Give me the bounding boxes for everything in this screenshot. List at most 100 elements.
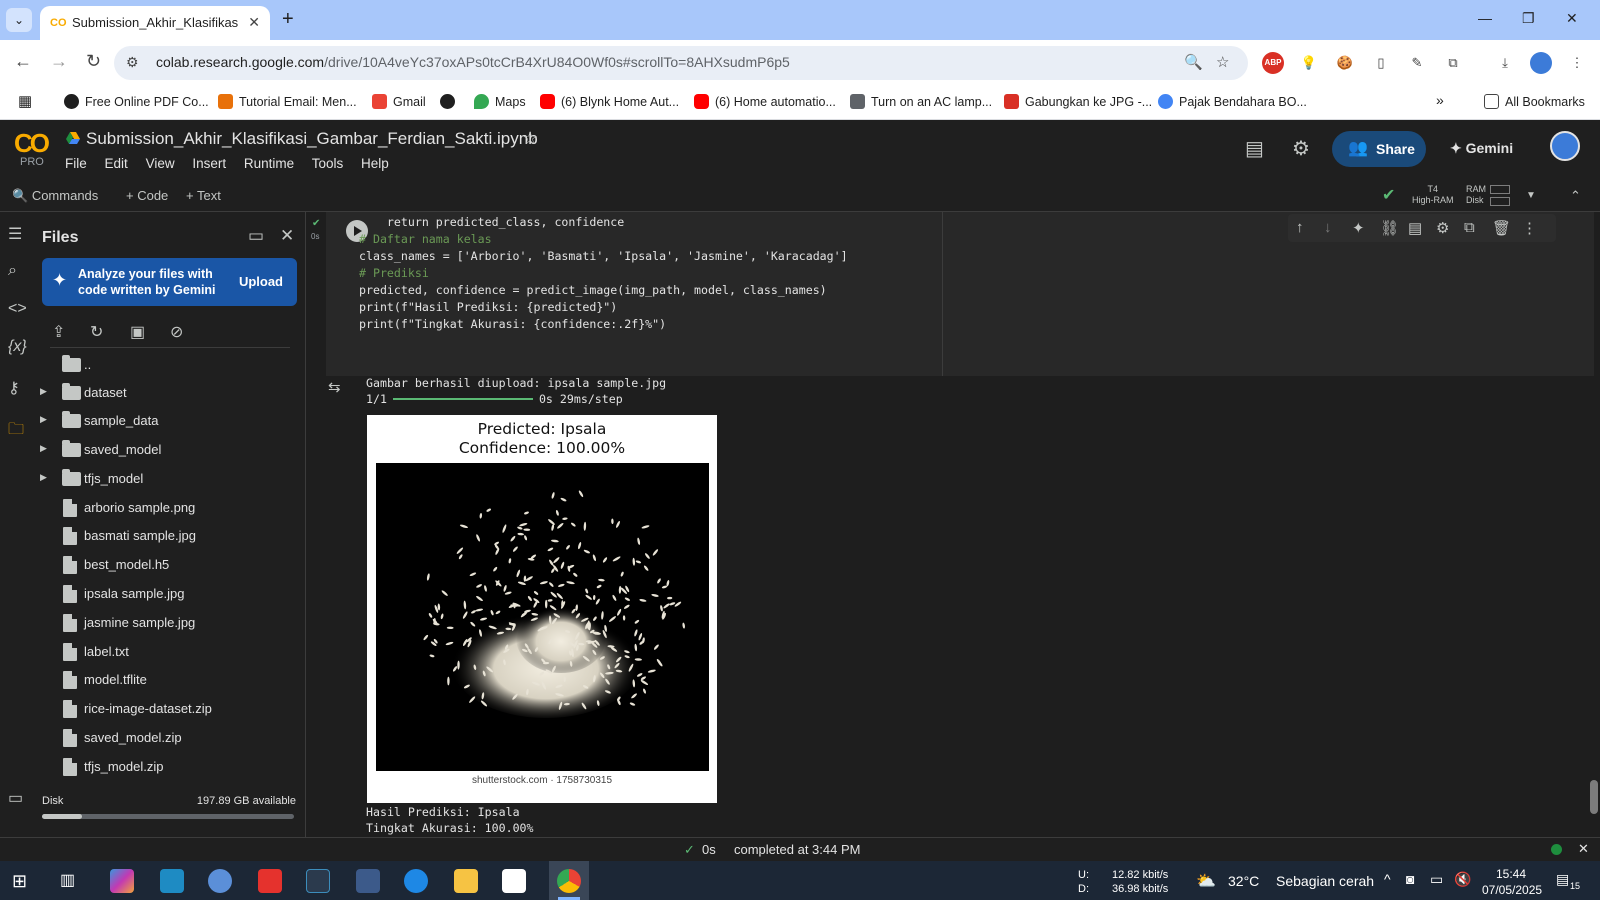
- tree-item-file[interactable]: tfjs_model.zip: [36, 752, 306, 780]
- close-window-button[interactable]: ✕: [1566, 10, 1578, 27]
- expand-arrow-icon[interactable]: ▶: [40, 414, 47, 425]
- tree-item-parent[interactable]: ..: [36, 350, 306, 378]
- forward-icon[interactable]: →: [50, 51, 68, 72]
- bookmark-item[interactable]: Tutorial Email: Men...: [218, 94, 357, 109]
- tab-search-button[interactable]: ⌄: [6, 8, 32, 32]
- expand-arrow-icon[interactable]: ▶: [40, 386, 47, 397]
- runtime-indicator[interactable]: T4 High-RAM: [1412, 184, 1454, 206]
- new-tab-button[interactable]: +: [282, 9, 294, 29]
- move-up-icon[interactable]: ↑: [1296, 219, 1304, 236]
- tree-item-file[interactable]: model.tflite: [36, 665, 306, 693]
- address-bar[interactable]: ⚙ colab.research.google.com/drive/10A4ve…: [114, 46, 1248, 80]
- table-of-contents-icon[interactable]: ☰: [8, 224, 22, 244]
- tree-item-file[interactable]: rice-image-dataset.zip: [36, 694, 306, 722]
- chrome-menu-icon[interactable]: ⋮: [1566, 52, 1588, 74]
- all-bookmarks-folder[interactable]: All Bookmarks: [1484, 94, 1585, 109]
- browser-tab[interactable]: CO Submission_Akhir_Klasifikasi_Ga ✕: [40, 6, 270, 40]
- bookmark-item[interactable]: Gabungkan ke JPG -...: [1004, 94, 1152, 109]
- open-in-tab-icon[interactable]: ▭: [248, 226, 264, 246]
- notebook-title[interactable]: Submission_Akhir_Klasifikasi_Gambar_Ferd…: [86, 129, 538, 149]
- colab-logo[interactable]: CO: [14, 128, 50, 159]
- move-down-icon[interactable]: ↓: [1324, 219, 1332, 236]
- hide-files-icon[interactable]: ⊘: [170, 322, 183, 342]
- restore-button[interactable]: ❐: [1522, 10, 1535, 27]
- bookmark-item[interactable]: Maps: [474, 94, 526, 109]
- copilot-icon[interactable]: [110, 869, 134, 893]
- cookie-extension-icon[interactable]: 🍪: [1334, 52, 1356, 74]
- apps-grid-icon[interactable]: ▦: [18, 92, 32, 110]
- code-editor[interactable]: return predicted_class, confidence # Daft…: [359, 214, 848, 333]
- tree-item-file[interactable]: jasmine sample.jpg: [36, 608, 306, 636]
- add-text-button[interactable]: + Text: [186, 188, 221, 203]
- minimize-button[interactable]: —: [1478, 10, 1492, 26]
- volume-muted-icon[interactable]: 🔇: [1454, 871, 1471, 888]
- bookmark-item[interactable]: Gmail: [372, 94, 426, 109]
- bookmark-item[interactable]: [440, 94, 455, 109]
- scrollbar-thumb[interactable]: [1590, 780, 1598, 814]
- reload-icon[interactable]: ↻: [86, 51, 101, 72]
- tree-item-folder[interactable]: ▶ tfjs_model: [36, 464, 306, 492]
- extensions-icon[interactable]: ⧉: [1442, 52, 1464, 74]
- bookmark-item[interactable]: Turn on an AC lamp...: [850, 94, 992, 109]
- back-icon[interactable]: ←: [14, 51, 32, 72]
- expand-arrow-icon[interactable]: ▶: [40, 443, 47, 454]
- tree-item-file[interactable]: basmati sample.jpg: [36, 521, 306, 549]
- tree-item-file[interactable]: label.txt: [36, 637, 306, 665]
- document-extension-icon[interactable]: ▯: [1370, 52, 1392, 74]
- tray-overflow-icon[interactable]: ^: [1384, 871, 1391, 887]
- vnc-viewer-icon[interactable]: [502, 869, 526, 893]
- clock-time[interactable]: 15:44: [1496, 867, 1526, 881]
- tree-item-file[interactable]: best_model.h5: [36, 550, 306, 578]
- clock-date[interactable]: 07/05/2025: [1482, 883, 1542, 897]
- bookmark-item[interactable]: Pajak Bendahara BO...: [1158, 94, 1307, 109]
- close-panel-icon[interactable]: ✕: [280, 226, 294, 246]
- meet-icon[interactable]: ◙: [1406, 871, 1414, 887]
- ram-disk-indicator[interactable]: RAM Disk: [1466, 184, 1486, 206]
- zoom-icon[interactable]: 🔍: [1184, 53, 1203, 71]
- cell-settings-icon[interactable]: ⚙: [1436, 219, 1449, 237]
- tree-item-file[interactable]: saved_model.zip: [36, 723, 306, 751]
- commands-button[interactable]: 🔍 Commands: [12, 188, 98, 204]
- more-options-icon[interactable]: ⋮: [1522, 219, 1537, 237]
- anydesk-icon[interactable]: [258, 869, 282, 893]
- chrome-icon[interactable]: [557, 869, 581, 893]
- status-completed[interactable]: completed at 3:44 PM: [734, 842, 860, 857]
- variables-icon[interactable]: {x}: [8, 338, 27, 356]
- user-avatar[interactable]: [1550, 131, 1580, 161]
- runtime-dropdown-icon[interactable]: ▼: [1526, 190, 1536, 201]
- windows-start-icon[interactable]: ⊞: [12, 869, 36, 893]
- bulb-extension-icon[interactable]: 💡: [1298, 52, 1320, 74]
- star-icon[interactable]: ☆: [522, 128, 538, 149]
- menu-help[interactable]: Help: [361, 156, 389, 171]
- mount-drive-icon[interactable]: ▣: [130, 322, 145, 342]
- find-replace-icon[interactable]: ⌕: [8, 262, 17, 280]
- network-app-icon[interactable]: [356, 869, 380, 893]
- more-bookmarks-icon[interactable]: »: [1436, 92, 1444, 108]
- output-actions-icon[interactable]: ⇆: [328, 378, 341, 396]
- menu-edit[interactable]: Edit: [105, 156, 128, 171]
- gemini-button[interactable]: ✦ Gemini: [1450, 140, 1513, 157]
- link-icon[interactable]: ⛓: [1380, 219, 1399, 237]
- mirror-cell-icon[interactable]: ⧉: [1464, 219, 1475, 236]
- collapse-header-icon[interactable]: ⌃: [1570, 188, 1581, 204]
- app-icon[interactable]: [160, 869, 184, 893]
- comment-icon[interactable]: ▤: [1408, 219, 1422, 237]
- upload-file-icon[interactable]: ⇪: [52, 322, 65, 342]
- menu-insert[interactable]: Insert: [192, 156, 226, 171]
- app-icon[interactable]: [306, 869, 330, 893]
- app-icon[interactable]: [404, 869, 428, 893]
- expand-arrow-icon[interactable]: ▶: [40, 472, 47, 483]
- profile-avatar[interactable]: [1530, 52, 1552, 74]
- files-folder-icon[interactable]: 🗀: [8, 418, 24, 445]
- tree-item-file[interactable]: arborio sample.png: [36, 493, 306, 521]
- menu-file[interactable]: File: [65, 156, 87, 171]
- weather-text[interactable]: Sebagian cerah: [1276, 873, 1374, 889]
- terminal-icon[interactable]: ▭: [8, 788, 23, 808]
- menu-tools[interactable]: Tools: [312, 156, 344, 171]
- add-code-button[interactable]: + Code: [126, 188, 168, 203]
- menu-runtime[interactable]: Runtime: [244, 156, 294, 171]
- gemini-cell-icon[interactable]: ✦: [1352, 219, 1365, 237]
- adblock-icon[interactable]: ABP: [1262, 52, 1284, 74]
- comments-icon[interactable]: ▤: [1245, 136, 1264, 161]
- bookmark-star-icon[interactable]: ☆: [1216, 53, 1229, 71]
